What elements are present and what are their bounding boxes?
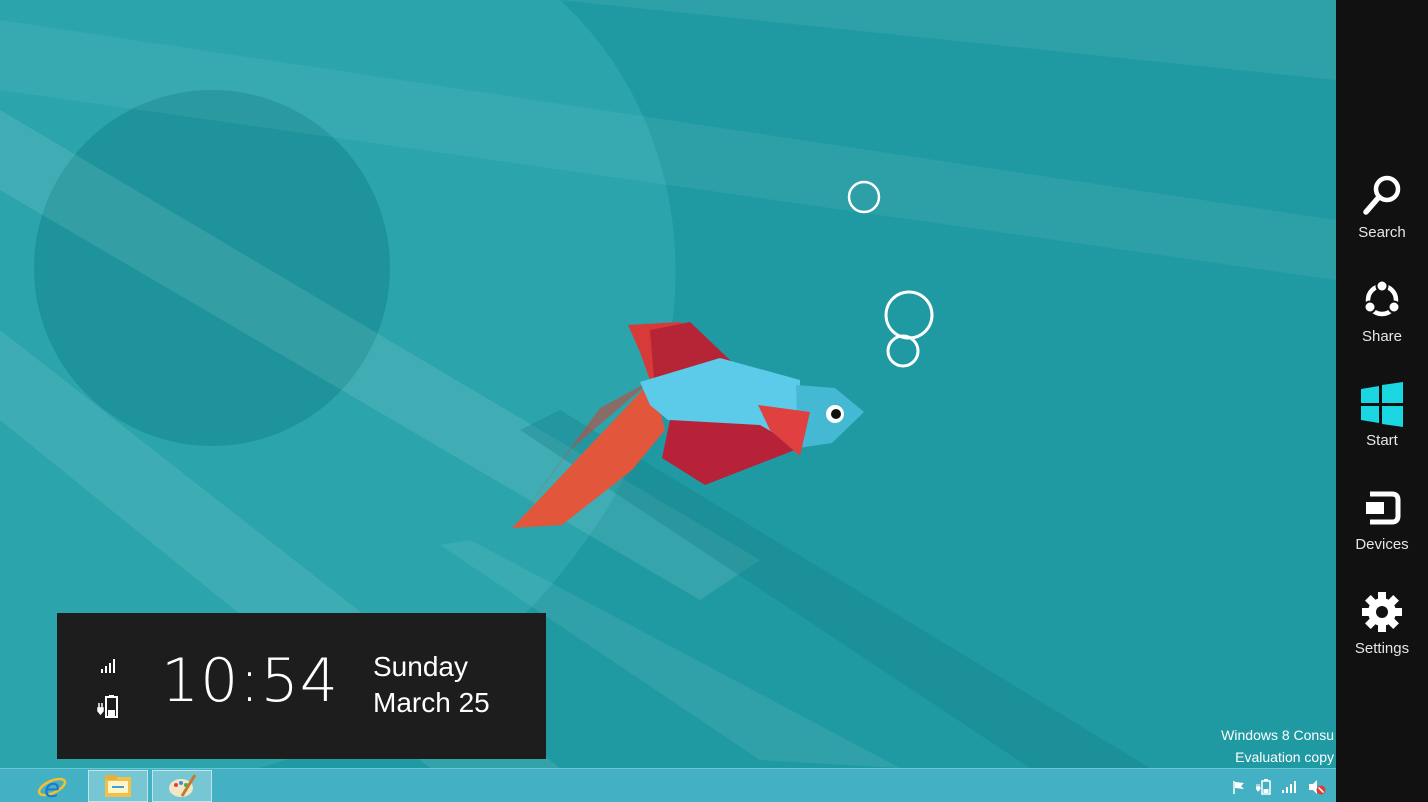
search-icon [1363, 175, 1401, 215]
charm-devices[interactable]: Devices [1336, 484, 1428, 576]
devices-icon [1366, 491, 1401, 525]
charm-share-label: Share [1361, 328, 1403, 345]
desktop: 10:54 Sunday March 25 Windows 8 Consu Ev… [0, 0, 1428, 802]
evaluation-watermark: Windows 8 Consu Evaluation copy [1221, 724, 1334, 768]
taskbar: e [0, 768, 1336, 802]
share-icon [1363, 279, 1401, 317]
signal-strength-icon [101, 659, 115, 673]
gear-icon [1362, 592, 1402, 632]
svg-text:e: e [44, 774, 60, 800]
charm-devices-label: Devices [1355, 536, 1409, 553]
clock-date: March 25 [373, 687, 490, 718]
file-explorer-icon [105, 775, 131, 797]
volume-muted-icon[interactable] [1308, 779, 1326, 795]
charms-bar: Search Share Start Devices Settings [1336, 0, 1428, 802]
battery-charging-icon [97, 695, 118, 718]
charm-share[interactable]: Share [1336, 276, 1428, 368]
battery-icon[interactable] [1256, 779, 1272, 795]
charm-start[interactable]: Start [1336, 380, 1428, 472]
taskbar-file-explorer[interactable] [88, 770, 148, 802]
signal-icon[interactable] [1282, 781, 1298, 793]
flag-icon[interactable] [1232, 780, 1246, 794]
taskbar-paint[interactable] [152, 770, 212, 802]
taskbar-internet-explorer[interactable]: e [22, 770, 82, 802]
charm-search[interactable]: Search [1336, 172, 1428, 264]
clock-time: 10:54 [161, 646, 339, 716]
watermark-line-1: Windows 8 Consu [1221, 727, 1334, 743]
paint-icon [169, 774, 197, 797]
watermark-line-2: Evaluation copy [1235, 749, 1334, 765]
system-tray [1232, 776, 1326, 798]
clock-day: Sunday [373, 651, 468, 682]
clock-overlay: 10:54 Sunday March 25 [57, 613, 546, 759]
charm-settings-label: Settings [1354, 640, 1410, 657]
charm-settings[interactable]: Settings [1336, 588, 1428, 680]
charm-search-label: Search [1358, 224, 1406, 241]
charm-start-label: Start [1366, 432, 1398, 449]
windows-logo-icon [1361, 382, 1403, 427]
internet-explorer-icon: e [37, 774, 67, 800]
